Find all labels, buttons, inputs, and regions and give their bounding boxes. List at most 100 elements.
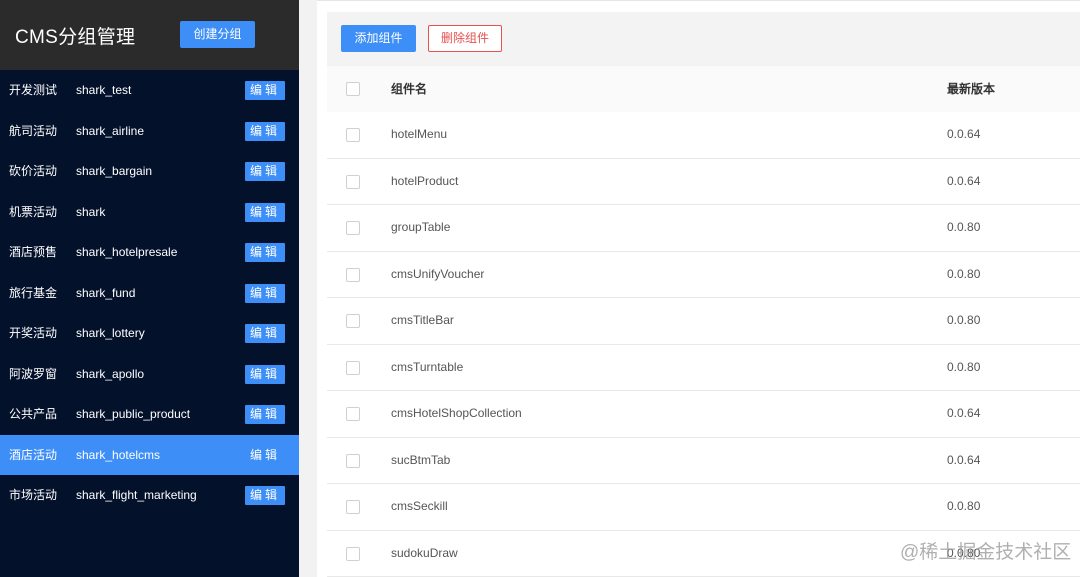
table-row[interactable]: cmsTitleBar 0.0.80 (327, 298, 1080, 345)
component-name: sudokuDraw (391, 545, 458, 560)
row-checkbox[interactable] (346, 453, 360, 468)
row-checkbox[interactable] (346, 128, 360, 142)
main-panel: 添加组件 删除组件 组件名 最新版本 hotelMenu 0.0.64 hotelP… (317, 0, 1080, 577)
row-checkbox[interactable] (346, 314, 360, 328)
row-checkbox[interactable] (346, 360, 360, 375)
sidebar-item-shark_lottery[interactable]: 开奖活动 shark_lottery 编辑 (0, 313, 299, 354)
group-name: 市场活动 (9, 488, 58, 502)
component-table: 组件名 最新版本 hotelMenu 0.0.64 hotelProduct 0.0.… (327, 66, 1080, 577)
table-row[interactable]: hotelProduct 0.0.64 (327, 158, 1080, 205)
row-checkbox[interactable] (346, 267, 360, 282)
sidebar-item-shark_test[interactable]: 开发测试 shark_test 编辑 (0, 70, 299, 111)
sidebar-item-shark_public_product[interactable]: 公共产品 shark_public_product 编辑 (0, 394, 299, 435)
edit-group-button[interactable]: 编辑 (245, 162, 285, 181)
row-checkbox[interactable] (346, 546, 360, 561)
group-key: shark_bargain (76, 164, 153, 178)
sidebar-item-shark_hotelpresale[interactable]: 酒店预售 shark_hotelpresale 编辑 (0, 232, 299, 273)
table-row[interactable]: groupTable 0.0.80 (327, 205, 1080, 252)
group-name: 开奖活动 (9, 326, 58, 340)
edit-group-button[interactable]: 编辑 (245, 243, 285, 262)
component-version: 0.0.80 (947, 499, 981, 513)
group-key: shark_public_product (76, 407, 191, 421)
edit-group-button[interactable]: 编辑 (245, 121, 285, 141)
edit-group-button[interactable]: 编辑 (245, 364, 285, 384)
table-body: hotelMenu 0.0.64 hotelProduct 0.0.64 groupTa… (327, 112, 1080, 577)
table-row[interactable]: cmsUnifyVoucher 0.0.80 (327, 251, 1080, 298)
group-key: shark_lottery (76, 326, 145, 340)
group-key: shark_hotelcms (76, 447, 161, 462)
group-name: 旅行基金 (9, 285, 58, 300)
component-name: hotelMenu (391, 127, 448, 141)
component-version: 0.0.64 (947, 452, 981, 467)
group-key: shark (76, 204, 106, 219)
table-row[interactable]: hotelMenu 0.0.64 (327, 112, 1080, 159)
component-version: 0.0.64 (947, 406, 981, 420)
edit-group-button[interactable]: 编辑 (245, 486, 285, 505)
group-key: shark_hotelpresale (76, 245, 178, 259)
scrollbar-track[interactable] (299, 0, 317, 577)
sidebar-item-shark[interactable]: 机票活动 shark 编辑 (0, 192, 299, 233)
group-name: 公共产品 (9, 407, 58, 421)
group-name: 机票活动 (9, 204, 58, 219)
sidebar-item-shark_fund[interactable]: 旅行基金 shark_fund 编辑 (0, 273, 299, 314)
component-version: 0.0.80 (947, 359, 981, 374)
app-title: CMS分组管理 (15, 27, 136, 48)
sidebar-item-shark_airline[interactable]: 航司活动 shark_airline 编辑 (0, 111, 299, 152)
edit-group-button[interactable]: 编辑 (245, 283, 285, 303)
component-name: cmsTurntable (391, 359, 464, 374)
component-name: groupTable (391, 220, 451, 234)
group-name: 阿波罗窗 (9, 366, 58, 381)
component-version: 0.0.80 (947, 266, 981, 281)
group-key: shark_fund (76, 285, 136, 300)
create-group-button[interactable]: 创建分组 (180, 21, 255, 48)
table-row[interactable]: cmsTurntable 0.0.80 (327, 344, 1080, 391)
group-name: 开发测试 (9, 83, 58, 97)
group-name: 航司活动 (9, 123, 58, 138)
sidebar-item-shark_flight_marketing[interactable]: 市场活动 shark_flight_marketing 编辑 (0, 475, 299, 516)
group-list: 开发测试 shark_test 编辑 航司活动 shark_airline 编辑 砍价活动 s… (0, 70, 299, 516)
component-name: cmsTitleBar (391, 313, 454, 327)
component-version: 0.0.64 (947, 127, 981, 141)
group-key: shark_apollo (76, 366, 145, 381)
component-name: hotelProduct (391, 173, 459, 188)
table-row[interactable]: cmsHotelShopCollection 0.0.64 (327, 391, 1080, 438)
sidebar: CMS分组管理 创建分组 开发测试 shark_test 编辑 航司活动 shark_a… (0, 0, 299, 577)
component-version: 0.0.80 (947, 313, 981, 327)
component-name: cmsHotelShopCollection (391, 406, 522, 420)
component-name: cmsUnifyVoucher (391, 266, 485, 281)
row-checkbox[interactable] (346, 407, 360, 421)
column-header-name: 组件名 (391, 82, 428, 96)
component-version: 0.0.64 (947, 173, 981, 188)
edit-group-button[interactable]: 编辑 (245, 446, 285, 465)
sidebar-item-shark_hotelcms[interactable]: 酒店活动 shark_hotelcms 编辑 (0, 434, 299, 475)
component-version: 0.0.80 (947, 220, 981, 234)
edit-group-button[interactable]: 编辑 (245, 405, 285, 424)
edit-group-button[interactable]: 编辑 (245, 202, 285, 222)
table-header: 组件名 最新版本 (327, 66, 1080, 112)
row-checkbox[interactable] (346, 221, 360, 235)
group-name: 酒店活动 (9, 447, 58, 462)
edit-group-button[interactable]: 编辑 (245, 324, 285, 343)
group-key: shark_airline (76, 123, 145, 138)
table-row[interactable]: cmsSeckill 0.0.80 (327, 484, 1080, 531)
component-name: sucBtmTab (391, 452, 451, 467)
group-key: shark_test (76, 83, 132, 97)
sidebar-item-shark_apollo[interactable]: 阿波罗窗 shark_apollo 编辑 (0, 354, 299, 395)
group-key: shark_flight_marketing (76, 488, 197, 502)
row-checkbox[interactable] (346, 500, 360, 514)
row-checkbox[interactable] (346, 174, 360, 189)
component-name: cmsSeckill (391, 499, 448, 513)
sidebar-header: CMS分组管理 创建分组 (0, 0, 299, 70)
column-header-version: 最新版本 (947, 82, 996, 96)
delete-component-button[interactable]: 删除组件 (428, 25, 502, 52)
sidebar-item-shark_bargain[interactable]: 砍价活动 shark_bargain 编辑 (0, 151, 299, 192)
divider (317, 0, 1080, 1)
group-name: 砍价活动 (9, 164, 58, 178)
toolbar: 添加组件 删除组件 (327, 12, 1080, 66)
select-all-checkbox[interactable] (346, 82, 360, 96)
table-row[interactable]: sucBtmTab 0.0.64 (327, 437, 1080, 484)
add-component-button[interactable]: 添加组件 (341, 25, 416, 52)
watermark: @稀土掘金技术社区 (900, 542, 1072, 563)
group-name: 酒店预售 (9, 245, 58, 259)
edit-group-button[interactable]: 编辑 (245, 81, 285, 100)
